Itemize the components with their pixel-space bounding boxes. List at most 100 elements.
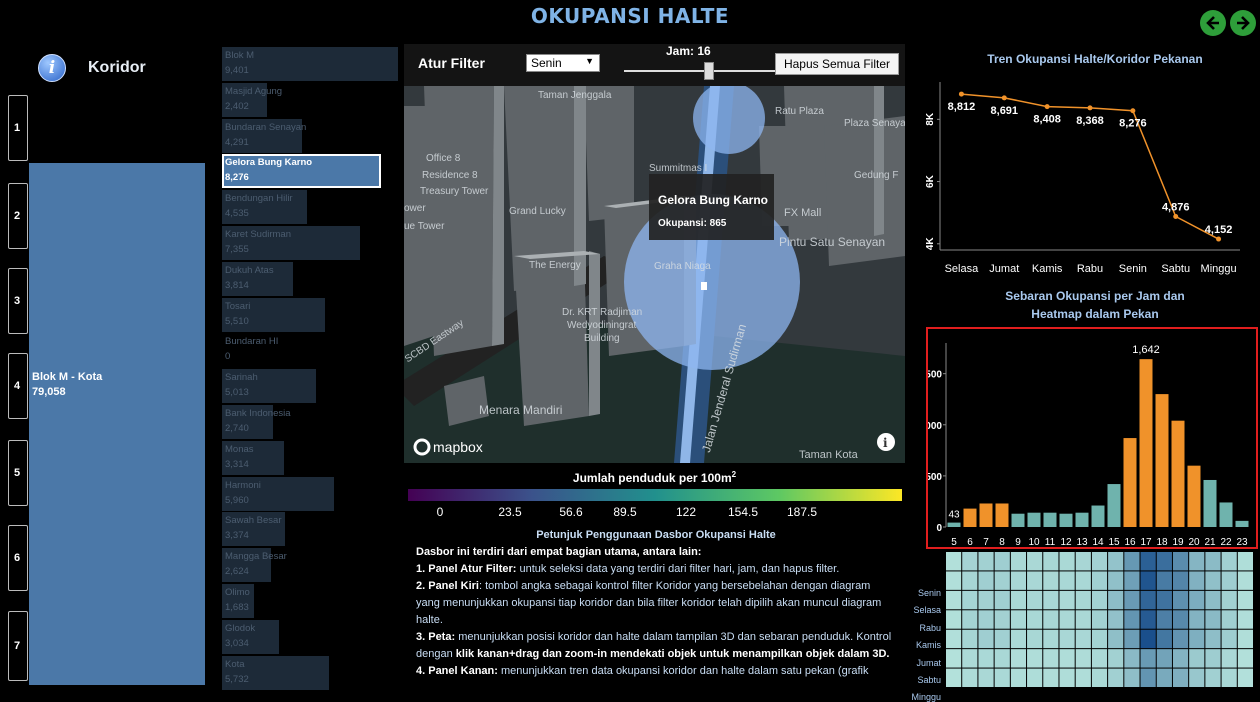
stop-bar-kota[interactable]: Kota 5,732 xyxy=(222,655,382,690)
stop-bar-bundaran-senayan[interactable]: Bundaran Senayan 4,291 xyxy=(222,118,382,153)
heatmap-cell xyxy=(994,571,1010,590)
peak-value-label: 1,642 xyxy=(1132,344,1160,356)
koridor-bar[interactable]: Blok M - Kota 79,058 xyxy=(29,163,205,685)
heatmap-cell xyxy=(1010,552,1027,571)
stop-name: Glodok xyxy=(225,622,256,634)
koridor-bar-value: 79,058 xyxy=(32,386,66,398)
koridor-button-7[interactable]: 7 xyxy=(8,611,28,681)
week-heatmap[interactable] xyxy=(946,552,1254,688)
trend-x-label: Senin xyxy=(1119,263,1147,275)
stop-name: Sarinah xyxy=(225,372,258,384)
heatmap-cell xyxy=(1140,629,1156,649)
hour-x-label: 10 xyxy=(1028,537,1040,548)
info-icon[interactable]: i xyxy=(38,54,66,82)
heatmap-cell xyxy=(1108,649,1124,668)
stop-bar-bendungan-hilir[interactable]: Bendungan Hilir 4,535 xyxy=(222,190,382,225)
stop-bar-blok-m[interactable]: Blok M 9,401 xyxy=(222,47,398,81)
instruction-item-text: untuk seleksi data yang terdiri dari fil… xyxy=(516,563,840,575)
stop-bar-dukuh-atas[interactable]: Dukuh Atas 3,814 xyxy=(222,261,382,296)
koridor-button-4[interactable]: 4 xyxy=(8,353,28,419)
heatmap-cell xyxy=(1124,552,1140,571)
stop-name: Blok M xyxy=(225,50,255,61)
koridor-button-3[interactable]: 3 xyxy=(8,268,28,334)
hour-x-label: 19 xyxy=(1172,537,1184,548)
hour-bar-23 xyxy=(1235,520,1249,527)
koridor-button-label: 3 xyxy=(14,295,21,307)
stop-value: 7,355 xyxy=(225,244,249,255)
stop-bar-sawah-besar[interactable]: Sawah Besar 3,374 xyxy=(222,512,382,547)
stop-bar-sarinah[interactable]: Sarinah 5,013 xyxy=(222,369,382,404)
svg-text:Taman Kota: Taman Kota xyxy=(799,449,859,461)
svg-text:ower: ower xyxy=(404,203,426,214)
heatmap-cell xyxy=(978,610,994,629)
trend-line-chart[interactable]: 4K 6K 8K 8,812 Selasa 8,691 Jumat 8,408 Kamis 8,3… xyxy=(920,68,1260,278)
colorbar-tick: 23.5 xyxy=(498,505,522,519)
heatmap-cell xyxy=(1075,649,1091,668)
heatmap-cell xyxy=(978,668,994,687)
heatmap-cell xyxy=(946,590,962,610)
hour-x-label: 23 xyxy=(1236,537,1248,548)
heatmap-cell xyxy=(978,629,994,649)
koridor-button-5[interactable]: 5 xyxy=(8,440,28,506)
map-tooltip-title: Gelora Bung Karno xyxy=(658,193,768,207)
stop-name: Bundaran Senayan xyxy=(225,121,307,133)
stop-bar-glodok[interactable]: Glodok 3,034 xyxy=(222,619,382,654)
heatmap-row-label: Jumat xyxy=(916,657,941,668)
stop-bar-gelora-bung-karno[interactable]: Gelora Bung Karno 8,276 xyxy=(222,154,382,189)
heatmap-cell xyxy=(1205,571,1221,590)
svg-text:Building: Building xyxy=(584,333,620,344)
map-3d[interactable]: Taman Jenggala Office 8 Residence 8 Trea… xyxy=(404,86,905,463)
stop-name: Bendungan Hilir xyxy=(225,193,293,205)
heatmap-cell xyxy=(1043,590,1059,610)
heatmap-cell xyxy=(1189,629,1205,649)
hour-bar-17 xyxy=(1139,359,1153,527)
colorbar-tick: 187.5 xyxy=(786,505,818,519)
instruction-item: 3. Peta: menunjukkan posisi koridor dan … xyxy=(416,629,896,663)
stop-bar-karet-sudirman[interactable]: Karet Sudirman 7,355 xyxy=(222,226,382,260)
hour-x-label: 20 xyxy=(1188,537,1200,548)
heatmap-cell xyxy=(1237,629,1253,649)
stop-bar-bundaran-hi[interactable]: Bundaran HI 0 xyxy=(222,333,382,367)
stop-bar-masjid-agung[interactable]: Masjid Agung 2,402 xyxy=(222,82,382,117)
forward-arrow-icon[interactable] xyxy=(1230,10,1256,36)
stop-value: 2,402 xyxy=(225,100,249,112)
heatmap-cell xyxy=(962,629,978,649)
koridor-button-2[interactable]: 2 xyxy=(8,183,28,249)
day-select[interactable]: Senin ▼ xyxy=(526,54,600,72)
stop-bar-mangga-besar[interactable]: Mangga Besar 2,624 xyxy=(222,548,382,583)
heatmap-cell xyxy=(1172,552,1189,571)
heatmap-cell xyxy=(1237,649,1253,668)
heatmap-cell xyxy=(1124,610,1140,629)
stop-bar-harmoni[interactable]: Harmoni 5,960 xyxy=(222,476,382,511)
heatmap-cell xyxy=(1124,649,1140,668)
koridor-button-6[interactable]: 6 xyxy=(8,525,28,591)
back-arrow-icon[interactable] xyxy=(1200,10,1226,36)
trend-point xyxy=(958,91,964,97)
instructions-intro: Dasbor ini terdiri dari empat bagian uta… xyxy=(416,546,702,558)
heatmap-cell xyxy=(1237,571,1253,590)
stop-bar-olimo[interactable]: Olimo 1,683 xyxy=(222,584,382,618)
heatmap-cell xyxy=(1091,668,1108,687)
heatmap-cell xyxy=(1189,571,1205,590)
colorbar-tick: 122 xyxy=(675,505,697,519)
stop-bar-tosari[interactable]: Tosari 5,510 xyxy=(222,297,382,332)
trend-x-label: Kamis xyxy=(1032,263,1063,275)
stop-bar-monas[interactable]: Monas 3,314 xyxy=(222,440,382,475)
stop-name: Bundaran HI xyxy=(225,336,279,348)
stop-bar-bank-indonesia[interactable]: Bank Indonesia 2,740 xyxy=(222,405,382,439)
heatmap-cell xyxy=(978,649,994,668)
hour-bar-chart[interactable]: 0 500 1000 1500 56789 10 11 12 13 14 15 16 17 18 19 20 2… xyxy=(928,329,1256,548)
heatmap-cell xyxy=(1172,649,1189,668)
jam-slider-handle[interactable] xyxy=(704,62,714,80)
colorbar-tick: 56.6 xyxy=(559,505,583,519)
koridor-button-1[interactable]: 1 xyxy=(8,95,28,161)
hour-x-label: 18 xyxy=(1156,537,1168,548)
clear-filters-button[interactable]: Hapus Semua Filter xyxy=(775,53,899,75)
heatmap-cell xyxy=(1075,668,1091,687)
hour-x-label: 17 xyxy=(1140,537,1152,548)
trend-x-label: Jumat xyxy=(989,263,1019,275)
stop-name: Karet Sudirman xyxy=(225,229,292,240)
stop-value: 3,314 xyxy=(225,458,249,470)
hour-x-label: 13 xyxy=(1076,537,1088,548)
hour-bar-7 xyxy=(979,503,993,527)
